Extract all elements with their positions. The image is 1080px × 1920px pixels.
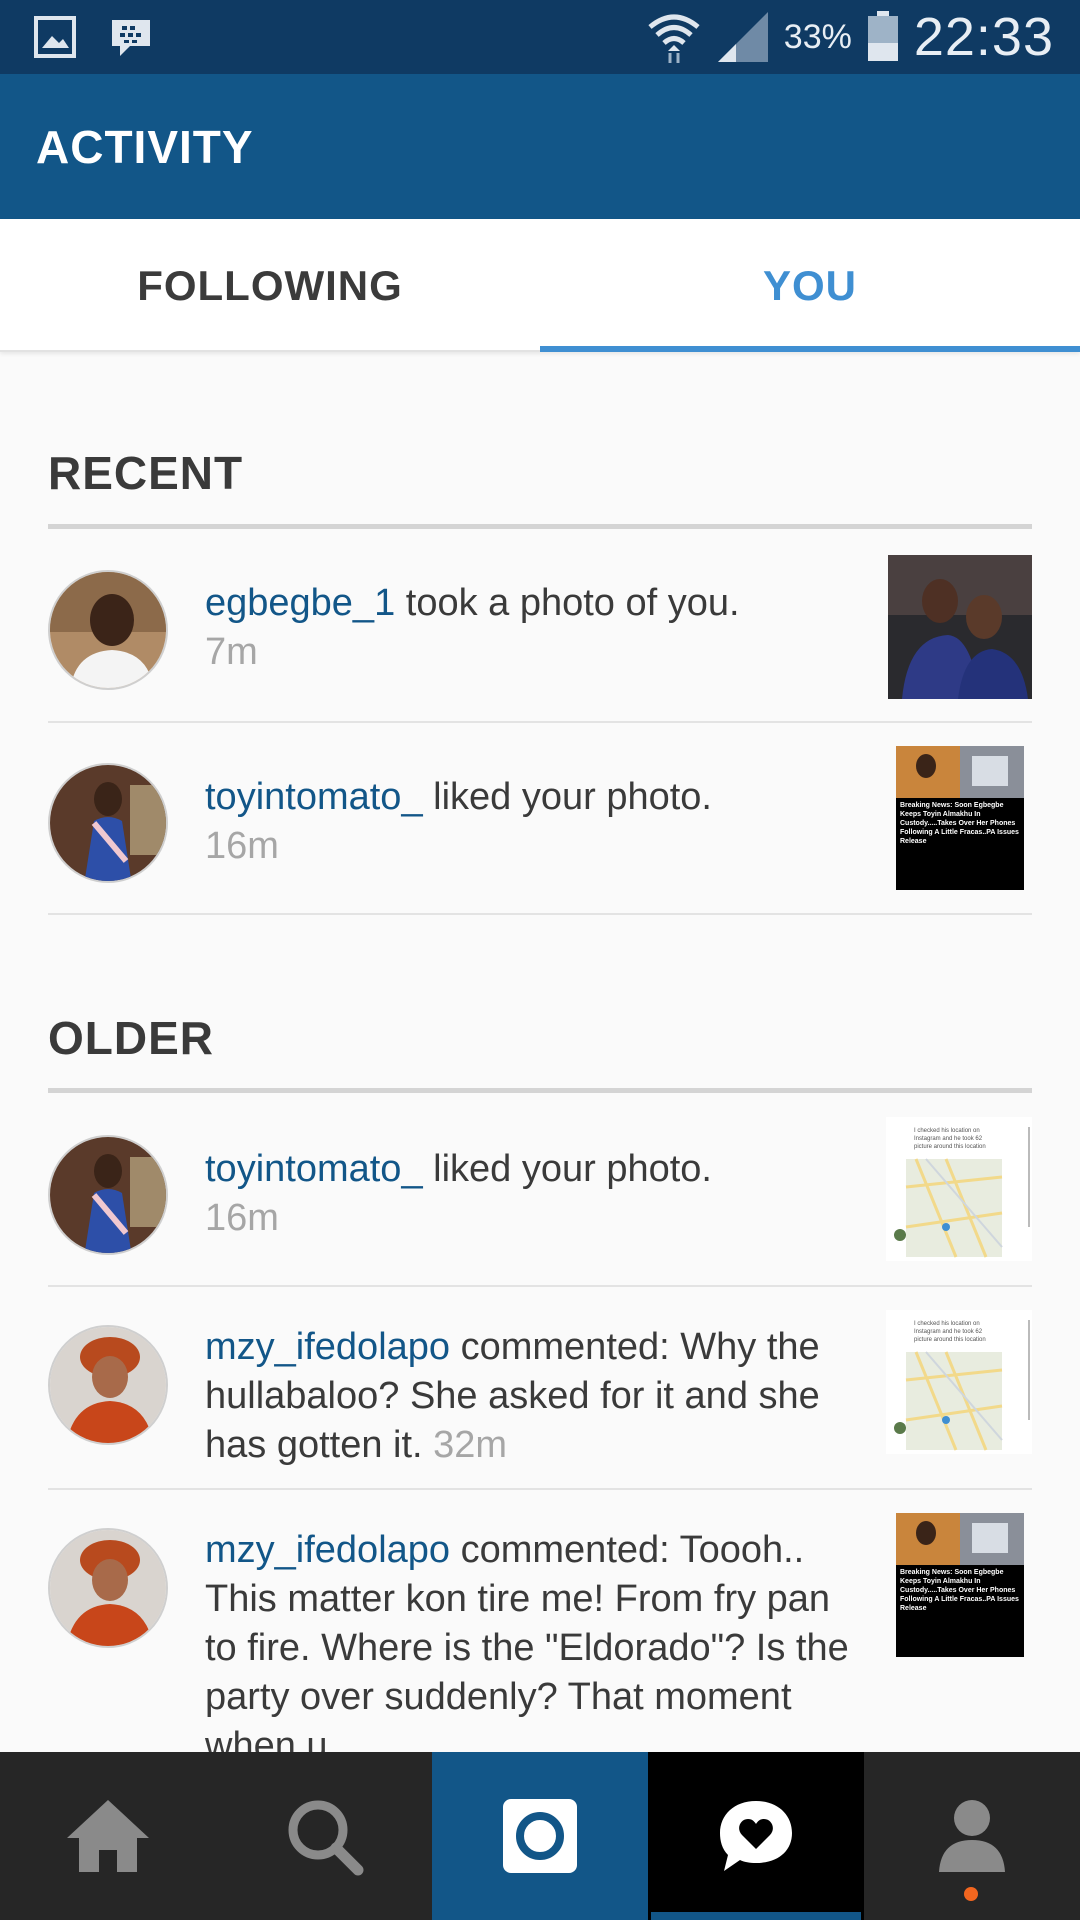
activity-text: egbegbe_1 took a photo of you. 7m bbox=[205, 582, 740, 673]
username-link[interactable]: toyintomato_ bbox=[205, 776, 423, 818]
timestamp: 16m bbox=[205, 825, 279, 867]
battery-percent: 33% bbox=[783, 17, 852, 56]
wifi-icon bbox=[648, 14, 700, 63]
timestamp: 32m bbox=[433, 1424, 508, 1466]
clock: 22:33 bbox=[913, 7, 1054, 67]
activity-text: mzy_ifedolapo commented: Why the hullaba… bbox=[205, 1326, 820, 1466]
activity-text: mzy_ifedolapo commented: Toooh.. This ma… bbox=[205, 1529, 849, 1752]
avatar[interactable] bbox=[48, 1135, 168, 1255]
photo-thumbnail[interactable] bbox=[888, 555, 1032, 699]
avatar[interactable] bbox=[48, 1325, 168, 1445]
list-item[interactable]: mzy_ifedolapo commented: Toooh.. This ma… bbox=[48, 1490, 1032, 1752]
photo-thumbnail[interactable]: I checked his location on Instagram and … bbox=[886, 1310, 1032, 1454]
avatar[interactable] bbox=[48, 570, 168, 690]
page-title: ACTIVITY bbox=[36, 121, 254, 173]
list-item[interactable]: toyintomato_ liked your photo. 16m Break… bbox=[48, 723, 1032, 915]
activity-icon bbox=[720, 1801, 792, 1871]
bbm-icon bbox=[112, 20, 150, 56]
nav-camera[interactable] bbox=[432, 1752, 648, 1920]
active-nav-indicator bbox=[651, 1912, 861, 1920]
gallery-icon bbox=[34, 16, 76, 58]
camera-icon bbox=[503, 1799, 577, 1873]
tab-bar: FOLLOWING YOU bbox=[0, 219, 1080, 352]
bottom-nav bbox=[0, 1752, 1080, 1920]
thumbnail-caption: I checked his location on Instagram and … bbox=[914, 1321, 986, 1343]
list-item[interactable]: toyintomato_ liked your photo. 16m I che… bbox=[48, 1093, 1032, 1287]
avatar[interactable] bbox=[48, 1528, 168, 1648]
search-icon bbox=[288, 1800, 364, 1876]
username-link[interactable]: mzy_ifedolapo bbox=[205, 1326, 450, 1368]
username-link[interactable]: mzy_ifedolapo bbox=[205, 1529, 450, 1571]
thumbnail-headline: Breaking News: Soon Egbegbe Keeps Toyin … bbox=[900, 802, 1019, 845]
battery-icon bbox=[867, 11, 898, 61]
section-title-recent: RECENT bbox=[48, 447, 244, 499]
nav-activity[interactable] bbox=[648, 1752, 864, 1920]
signal-icon bbox=[717, 12, 768, 62]
username-link[interactable]: toyintomato_ bbox=[205, 1148, 423, 1190]
nav-search[interactable] bbox=[216, 1752, 432, 1920]
section-title-older: OLDER bbox=[48, 1012, 214, 1064]
list-item[interactable]: egbegbe_1 took a photo of you. 7m bbox=[48, 529, 1032, 723]
active-tab-indicator bbox=[540, 346, 1080, 352]
activity-text: toyintomato_ liked your photo. 16m bbox=[205, 776, 712, 867]
tab-following[interactable]: FOLLOWING bbox=[0, 219, 540, 352]
list-item[interactable]: mzy_ifedolapo commented: Why the hullaba… bbox=[48, 1287, 1032, 1490]
photo-thumbnail[interactable]: Breaking News: Soon Egbegbe Keeps Toyin … bbox=[896, 1513, 1024, 1657]
tab-you[interactable]: YOU bbox=[540, 219, 1080, 352]
thumbnail-headline: Breaking News: Soon Egbegbe Keeps Toyin … bbox=[900, 1569, 1019, 1612]
notification-dot bbox=[964, 1887, 978, 1901]
profile-icon bbox=[939, 1800, 1005, 1872]
app-bar: ACTIVITY bbox=[0, 74, 1080, 219]
photo-thumbnail[interactable]: Breaking News: Soon Egbegbe Keeps Toyin … bbox=[896, 746, 1024, 890]
status-bar: 33% 22:33 bbox=[0, 0, 1080, 74]
photo-thumbnail[interactable]: I checked his location on Instagram and … bbox=[886, 1117, 1032, 1261]
nav-home[interactable] bbox=[0, 1752, 216, 1920]
home-icon bbox=[67, 1800, 149, 1872]
timestamp: 16m bbox=[205, 1197, 279, 1239]
timestamp: 7m bbox=[205, 631, 258, 673]
thumbnail-caption: I checked his location on Instagram and … bbox=[914, 1128, 986, 1150]
username-link[interactable]: egbegbe_1 bbox=[205, 582, 395, 624]
activity-text: toyintomato_ liked your photo. 16m bbox=[205, 1148, 712, 1239]
avatar[interactable] bbox=[48, 763, 168, 883]
